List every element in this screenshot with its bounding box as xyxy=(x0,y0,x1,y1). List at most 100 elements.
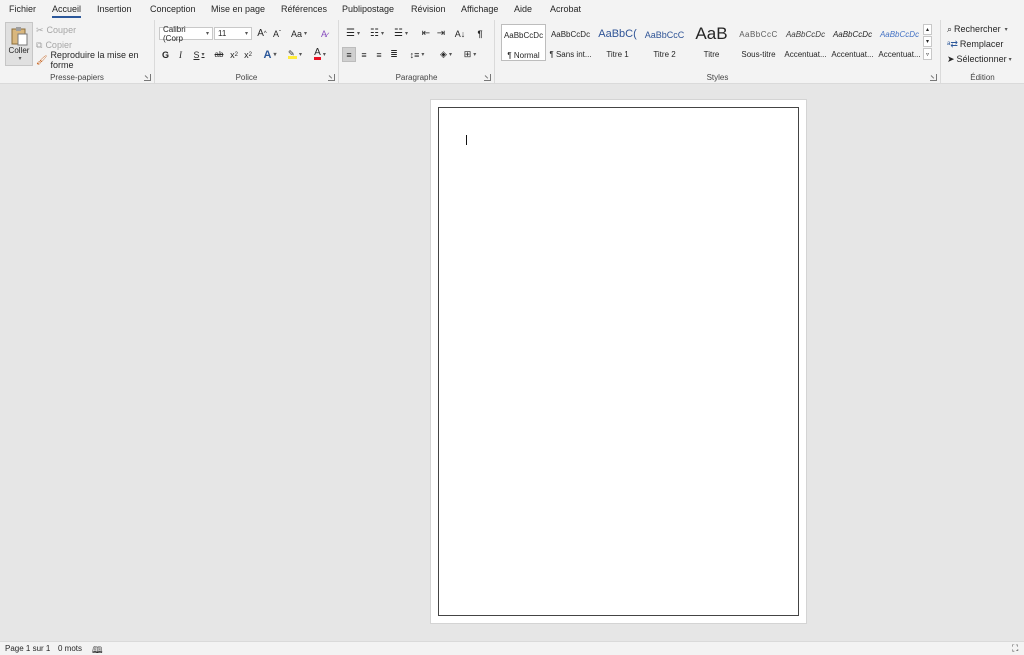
styles-scroll-down[interactable]: ▾ xyxy=(923,36,932,47)
paste-button[interactable]: Coller ▾ xyxy=(5,22,33,66)
shrink-font-button[interactable]: Aˇ xyxy=(270,26,284,41)
chevron-down-icon: ▾ xyxy=(18,56,22,62)
font-family-value: Calibri (Corp xyxy=(163,24,186,43)
expand-gallery-icon: ▿ xyxy=(925,51,929,58)
superscript-button[interactable]: x2 xyxy=(242,47,254,62)
styles-more-button[interactable]: ▿ xyxy=(923,48,932,60)
sort-button[interactable]: A↓ xyxy=(452,26,468,41)
underline-button[interactable]: S ▾ xyxy=(189,47,209,62)
style-emphasis-intense[interactable]: AaBbCcDc Accentuat... xyxy=(877,24,922,61)
text-effects-button[interactable]: A ▾ xyxy=(260,47,280,62)
grow-font-button[interactable]: A ^ xyxy=(255,26,269,41)
justify-icon: ≣ xyxy=(390,49,398,59)
style-normal[interactable]: AaBbCcDc ¶ Normal xyxy=(501,24,546,61)
highlight-button[interactable]: ✎ ▾ xyxy=(284,47,306,62)
numbering-button[interactable]: ☷ ▾ xyxy=(366,26,388,41)
style-emphasis-subtle[interactable]: AaBbCcDc Accentuat... xyxy=(783,24,828,61)
tab-conception[interactable]: Conception xyxy=(150,4,196,14)
clear-formatting-button[interactable]: A̷ xyxy=(316,26,332,41)
tab-acrobat[interactable]: Acrobat xyxy=(550,4,581,14)
find-button[interactable]: ⌕ Rechercher ▾ xyxy=(947,23,1008,35)
group-clipboard: Coller ▾ ✂ Couper ⧉ Copier 🖌 Reproduire … xyxy=(0,20,155,84)
dialog-launcher-icon[interactable] xyxy=(930,74,937,81)
chevron-down-icon: ▾ xyxy=(380,31,384,37)
format-painter-button[interactable]: 🖌 Reproduire la mise en forme xyxy=(36,50,154,70)
copy-label: Copier xyxy=(45,40,72,50)
copy-icon: ⧉ xyxy=(36,39,43,50)
italic-icon: I xyxy=(179,49,182,60)
increase-indent-button[interactable]: ⇥ xyxy=(434,26,448,41)
align-right-button[interactable]: ≡ xyxy=(372,47,386,62)
cursor-arrow-icon: ➤ xyxy=(947,53,955,64)
strikethrough-button[interactable]: ab xyxy=(212,47,226,62)
subscript-button[interactable]: x2 xyxy=(228,47,240,62)
select-button[interactable]: ➤ Sélectionner ▾ xyxy=(947,53,1012,65)
style-preview: AaB xyxy=(695,24,728,43)
find-label: Rechercher xyxy=(954,24,1001,34)
tab-revision[interactable]: Révision xyxy=(411,4,446,14)
font-size-select[interactable]: 11 ▾ xyxy=(214,27,252,40)
line-spacing-button[interactable]: ↕≡ ▾ xyxy=(406,47,428,62)
align-center-button[interactable]: ≡ xyxy=(357,47,371,62)
style-emphasis[interactable]: AaBbCcDc Accentuat... xyxy=(830,24,875,61)
align-left-button[interactable]: ≡ xyxy=(342,47,356,62)
font-family-select[interactable]: Calibri (Corp ▾ xyxy=(159,24,213,43)
decrease-indent-button[interactable]: ⇤ xyxy=(419,26,433,41)
highlighter-icon: ✎ xyxy=(287,50,297,59)
style-subtitle[interactable]: AaBbCcC Sous-titre xyxy=(736,24,781,61)
shading-button[interactable]: ◈ ▾ xyxy=(435,47,457,62)
style-name: Titre 1 xyxy=(606,50,629,59)
justify-button[interactable]: ≣ xyxy=(387,47,401,62)
style-name: ¶ Sans int... xyxy=(549,50,592,59)
focus-mode-icon[interactable]: ⛶ xyxy=(1012,643,1018,654)
tab-insertion[interactable]: Insertion xyxy=(97,4,132,14)
chevron-down-icon: ▾ xyxy=(273,52,277,58)
styles-scroll-up[interactable]: ▴ xyxy=(923,24,932,35)
show-formatting-button[interactable]: ¶ xyxy=(473,26,487,41)
style-title[interactable]: AaB Titre xyxy=(689,24,734,61)
tab-accueil[interactable]: Accueil xyxy=(52,4,82,18)
multilevel-list-button[interactable]: ☱ ▾ xyxy=(390,26,412,41)
tab-mise-en-page[interactable]: Mise en page xyxy=(211,4,265,14)
document-canvas xyxy=(0,85,1024,641)
document-page[interactable] xyxy=(430,99,807,624)
style-heading-1[interactable]: AaBbC( Titre 1 xyxy=(595,24,640,61)
dialog-launcher-icon[interactable] xyxy=(328,74,335,81)
tab-fichier[interactable]: Fichier xyxy=(9,4,36,14)
numbered-list-icon: ☷ xyxy=(370,28,379,39)
search-icon: ⌕ xyxy=(947,23,953,34)
status-bar: Page 1 sur 1 0 mots 🕮 ⛶ xyxy=(0,641,1024,655)
replace-button[interactable]: ᵃ⇄ Remplacer xyxy=(947,38,1003,50)
dialog-launcher-icon[interactable] xyxy=(144,74,151,81)
style-no-spacing[interactable]: AaBbCcDc ¶ Sans int... xyxy=(548,24,593,61)
dialog-launcher-icon[interactable] xyxy=(484,74,491,81)
bold-button[interactable]: G xyxy=(159,47,172,62)
style-name: Titre 2 xyxy=(653,50,676,59)
cut-button[interactable]: ✂ Couper xyxy=(36,24,76,36)
font-color-button[interactable]: A ▾ xyxy=(309,47,331,62)
style-name: ¶ Normal xyxy=(507,51,540,60)
page-count[interactable]: Page 1 sur 1 xyxy=(5,644,50,653)
style-heading-2[interactable]: AaBbCcC Titre 2 xyxy=(642,24,687,61)
tab-affichage[interactable]: Affichage xyxy=(461,4,498,14)
group-label-paragraph: Paragraphe xyxy=(395,73,438,82)
tab-references[interactable]: Références xyxy=(281,4,327,14)
paste-label: Coller xyxy=(8,46,30,55)
text-boundaries xyxy=(438,107,799,616)
book-icon[interactable]: 🕮 xyxy=(92,643,103,655)
chevron-down-icon: ▾ xyxy=(322,52,326,58)
chevron-down-icon: ▾ xyxy=(421,52,425,58)
italic-button[interactable]: I xyxy=(174,47,187,62)
group-editing: ⌕ Rechercher ▾ ᵃ⇄ Remplacer ➤ Sélectionn… xyxy=(941,20,1024,84)
tab-aide[interactable]: Aide xyxy=(514,4,532,14)
change-case-button[interactable]: Aa ▾ xyxy=(288,26,310,41)
borders-button[interactable]: ⊞ ▾ xyxy=(459,47,481,62)
style-preview: AaBbCcDc xyxy=(503,31,544,40)
font-size-value: 11 xyxy=(218,29,227,38)
style-preview: AaBbCcDc xyxy=(879,30,920,39)
ribbon-tabs: Fichier Accueil Insertion Conception Mis… xyxy=(0,0,1024,20)
tab-publipostage[interactable]: Publipostage xyxy=(342,4,394,14)
bullets-button[interactable]: ☰ ▾ xyxy=(342,26,364,41)
chevron-down-icon: ▾ xyxy=(244,31,248,37)
word-count[interactable]: 0 mots xyxy=(58,644,82,653)
